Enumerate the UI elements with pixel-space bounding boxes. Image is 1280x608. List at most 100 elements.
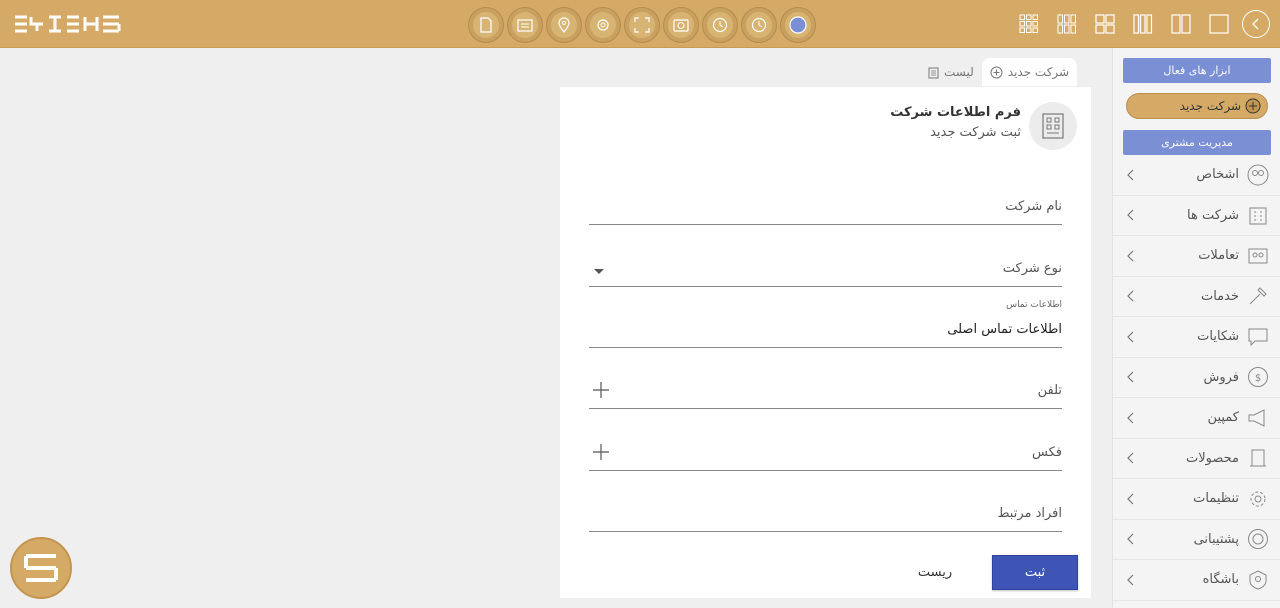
new-company-button[interactable]: شرکت جدید xyxy=(1126,93,1268,119)
sidebar-item-label: محصولات xyxy=(1186,450,1239,466)
status-tool[interactable] xyxy=(780,7,816,43)
sidebar-item-label: شرکت ها xyxy=(1187,207,1239,223)
app-logo xyxy=(15,15,121,33)
customer-management-button[interactable]: مدیریت مشتری xyxy=(1123,130,1271,155)
chevron-left-icon xyxy=(1252,18,1259,30)
sidebar-item-companies[interactable]: شرکت ها xyxy=(1113,196,1280,236)
tab-new-company-label: شرکت جدید xyxy=(1007,65,1070,79)
company-type-placeholder: نوع شرکت xyxy=(1002,261,1062,276)
location-pin-icon xyxy=(558,17,570,33)
location-tool[interactable] xyxy=(546,7,582,43)
plus-circle-icon xyxy=(990,66,1003,78)
layout-grid-2x2[interactable] xyxy=(1086,0,1124,48)
club-icon xyxy=(1249,570,1267,590)
reset-button[interactable]: ریست xyxy=(905,555,965,590)
sidebar-item-settings[interactable]: تنظیمات xyxy=(1113,479,1280,520)
gear-outline-icon xyxy=(597,19,609,31)
contact-info-label: اطلاعات تماس xyxy=(1006,300,1062,310)
columns-3-icon xyxy=(1133,14,1153,34)
chevron-left-icon xyxy=(1127,250,1134,262)
sidebar-item-label: کمپین xyxy=(1207,410,1239,426)
clock-tool-2[interactable] xyxy=(741,7,777,43)
tab-list-label: لیست xyxy=(944,65,974,79)
tab-bar: لیست شرکت جدید xyxy=(920,58,1078,86)
layout-columns-2[interactable] xyxy=(1162,0,1200,48)
megaphone-icon xyxy=(1248,408,1265,427)
active-tools-button[interactable]: ابزار های فعال xyxy=(1123,58,1271,83)
fax-field[interactable]: فکس xyxy=(589,441,1062,471)
sidebar-item-sales[interactable]: فروش $ xyxy=(1113,358,1280,398)
calendar-tool[interactable] xyxy=(507,7,543,43)
file-tool[interactable] xyxy=(468,7,504,43)
company-type-select[interactable]: نوع شرکت xyxy=(589,257,1062,287)
company-form-card: فرم اطلاعات شرکت ثبت شرکت جدید نام شرکت … xyxy=(560,87,1091,598)
chevron-left-icon xyxy=(1127,169,1134,181)
tab-new-company[interactable]: شرکت جدید xyxy=(981,58,1078,86)
related-people-field[interactable]: افراد مرتبط xyxy=(589,502,1062,532)
settings-tool[interactable] xyxy=(585,7,621,43)
grid-3x2-icon xyxy=(1057,14,1076,34)
grid-2x2-icon xyxy=(1095,14,1115,34)
right-sidebar: ابزار های فعال شرکت جدید مدیریت مشتری اش… xyxy=(1112,48,1280,608)
dropdown-arrow-icon xyxy=(593,265,605,280)
sidebar-item-label: پشتیبانی xyxy=(1193,531,1239,547)
back-button[interactable] xyxy=(1242,10,1270,38)
chevron-left-icon xyxy=(1127,331,1134,343)
fax-placeholder: فکس xyxy=(1032,445,1062,460)
sidebar-item-products[interactable]: محصولات xyxy=(1113,439,1280,479)
related-people-placeholder: افراد مرتبط xyxy=(997,506,1062,521)
floating-logo-button[interactable] xyxy=(10,537,72,599)
dollar-icon: $ xyxy=(1248,367,1268,388)
building-icon xyxy=(1249,207,1267,225)
sidebar-item-label: تعاملات xyxy=(1198,248,1239,264)
sidebar-item-services[interactable]: خدمات xyxy=(1113,277,1280,317)
sidebar-item-label: شکایات xyxy=(1197,329,1239,345)
layout-single[interactable] xyxy=(1200,0,1238,48)
box-icon xyxy=(1250,449,1266,467)
calendar-icon xyxy=(517,19,533,32)
clock-tool-1[interactable] xyxy=(702,7,738,43)
company-name-placeholder: نام شرکت xyxy=(1005,199,1062,214)
sidebar-item-complaints[interactable]: شکایات xyxy=(1113,317,1280,358)
chevron-left-icon xyxy=(1127,493,1134,505)
layout-columns-3[interactable] xyxy=(1124,0,1162,48)
plus-icon xyxy=(593,382,609,398)
sidebar-item-support[interactable]: پشتیبانی xyxy=(1113,520,1280,560)
sidebar-item-label: فروش xyxy=(1203,369,1239,385)
sidebar-item-campaign[interactable]: کمپین xyxy=(1113,398,1280,439)
clipboard-icon xyxy=(928,67,939,78)
layout-grid-3x3[interactable] xyxy=(1010,0,1048,48)
sidebar-item-club[interactable]: باشگاه xyxy=(1113,560,1280,601)
chevron-left-icon xyxy=(1127,209,1134,221)
phone-field[interactable]: تلفن xyxy=(589,379,1062,409)
contact-info-value: اطلاعات تماس اصلی xyxy=(947,322,1062,337)
scan-tool[interactable] xyxy=(624,7,660,43)
new-company-label: شرکت جدید xyxy=(1179,99,1241,113)
camera-tool[interactable] xyxy=(663,7,699,43)
sidebar-item-people[interactable]: اشخاص xyxy=(1113,155,1280,196)
hammer-icon xyxy=(1249,287,1267,305)
chevron-left-icon xyxy=(1127,533,1134,545)
sidebar-item-label: باشگاه xyxy=(1202,572,1239,588)
single-pane-icon xyxy=(1209,14,1229,34)
app-logo-icon xyxy=(24,554,58,582)
settings-icon xyxy=(1250,491,1266,507)
sidebar-item-interactions[interactable]: تعاملات xyxy=(1113,236,1280,277)
plus-circle-icon xyxy=(1245,98,1261,114)
submit-button[interactable]: ثبت xyxy=(992,555,1078,590)
layout-switcher xyxy=(1010,0,1280,48)
sidebar-item-label: اشخاص xyxy=(1196,167,1239,183)
sidebar-menu: اشخاص شرکت ها تعاملات خدمات شکایات فروش $… xyxy=(1113,155,1280,601)
interaction-icon xyxy=(1248,248,1268,264)
people-icon xyxy=(1247,164,1269,186)
company-name-field[interactable]: نام شرکت xyxy=(589,195,1062,225)
contact-info-select[interactable]: اطلاعات تماس اطلاعات تماس اصلی xyxy=(589,300,1062,348)
chevron-left-icon xyxy=(1127,574,1134,586)
plus-icon xyxy=(593,444,609,460)
grid-3x3-icon xyxy=(1019,14,1038,33)
add-fax-button[interactable] xyxy=(593,444,609,464)
layout-grid-3x2[interactable] xyxy=(1048,0,1086,48)
add-phone-button[interactable] xyxy=(593,382,609,402)
form-subtitle: ثبت شرکت جدید xyxy=(930,125,1021,140)
tab-list[interactable]: لیست xyxy=(920,58,982,86)
